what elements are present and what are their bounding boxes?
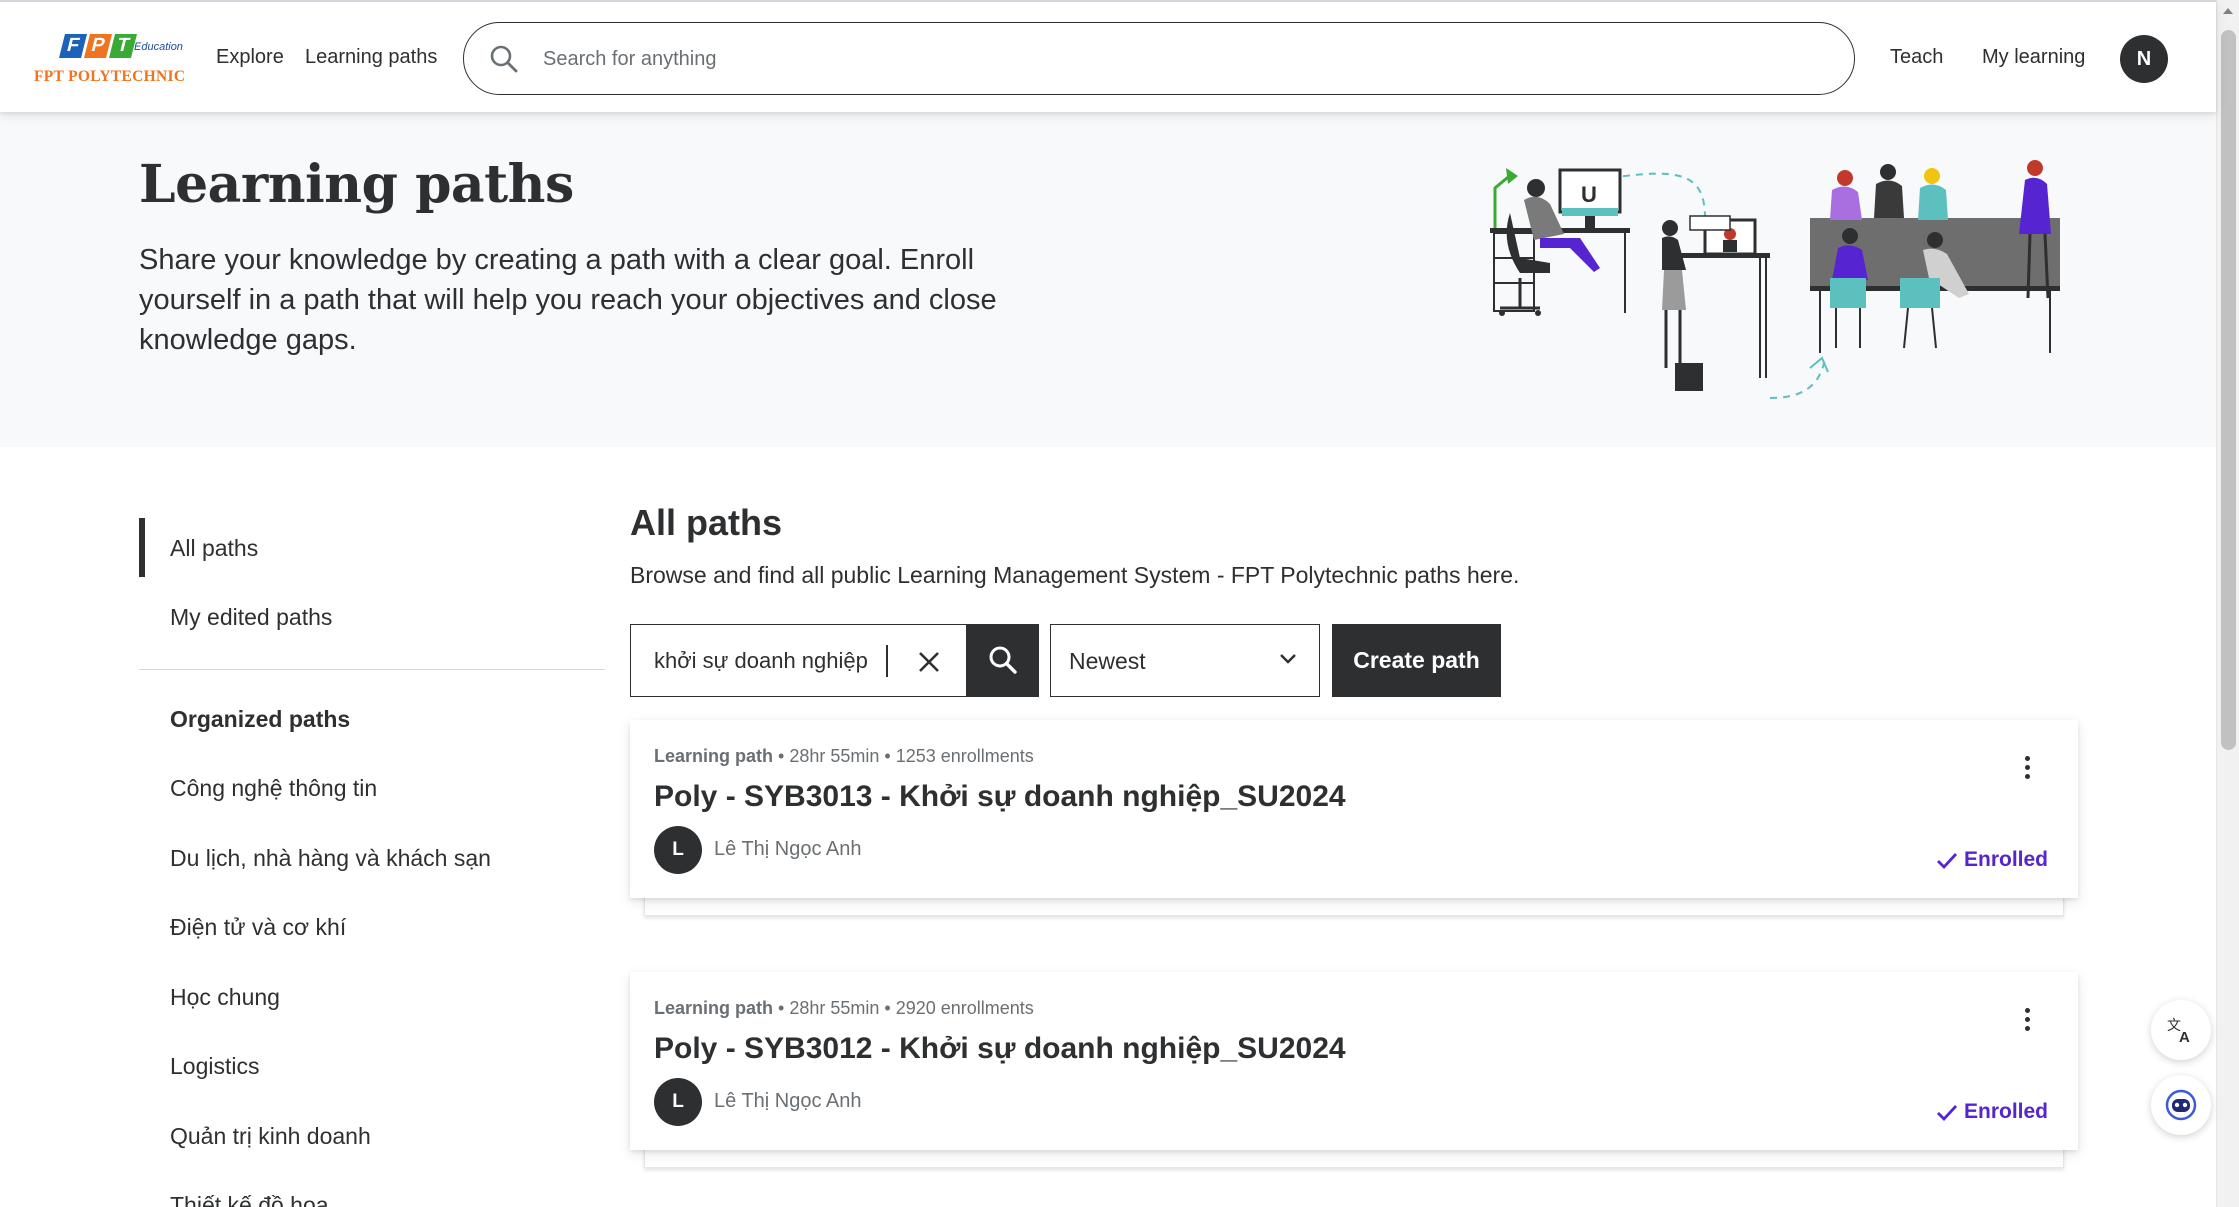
author-avatar: L bbox=[654, 1078, 702, 1126]
enrolled-status: Enrolled bbox=[1936, 848, 2048, 872]
sidebar-item-cong-nghe-thong-tin[interactable]: Công nghệ thông tin bbox=[170, 775, 377, 802]
sidebar-item-my-edited-paths[interactable]: My edited paths bbox=[170, 604, 332, 631]
nav-teach[interactable]: Teach bbox=[1890, 46, 1943, 69]
chevron-down-icon bbox=[1280, 654, 1296, 664]
card-title[interactable]: Poly - SYB3012 - Khởi sự doanh nghiệp_SU… bbox=[654, 1032, 1346, 1066]
nav-learning-paths[interactable]: Learning paths bbox=[305, 46, 437, 69]
fpt-letters: F P T bbox=[59, 34, 137, 58]
nav-explore[interactable]: Explore bbox=[216, 46, 284, 69]
text-caret bbox=[886, 645, 888, 677]
scroll-up-arrow[interactable] bbox=[2223, 8, 2233, 14]
sort-value: Newest bbox=[1069, 648, 1146, 674]
svg-text:A: A bbox=[2179, 1029, 2190, 1046]
path-search-input[interactable]: khởi sự doanh nghiệp bbox=[630, 624, 967, 697]
assistant-button[interactable] bbox=[2151, 1075, 2211, 1135]
create-path-button[interactable]: Create path bbox=[1332, 624, 1501, 697]
logo-education-text: Education bbox=[134, 41, 183, 53]
author-name: Lê Thị Ngọc Anh bbox=[714, 838, 862, 860]
sidebar-active-indicator bbox=[139, 518, 145, 577]
checkmark-icon bbox=[1937, 853, 1958, 870]
screen-u-letter: U bbox=[1581, 182, 1597, 207]
search-input[interactable]: Search for anything bbox=[543, 48, 716, 71]
path-search-value[interactable]: khởi sự doanh nghiệp bbox=[654, 648, 868, 674]
checkmark-icon bbox=[1937, 1105, 1958, 1122]
scroll-thumb[interactable] bbox=[2221, 30, 2236, 750]
logo-brand-text: FPT POLYTECHNIC bbox=[34, 68, 186, 85]
search-icon bbox=[989, 646, 1017, 674]
sidebar-item-quan-tri-kinh-doanh[interactable]: Quản trị kinh doanh bbox=[170, 1123, 371, 1150]
nav-my-learning[interactable]: My learning bbox=[1982, 46, 2085, 69]
hero-description: Share your knowledge by creating a path … bbox=[139, 244, 997, 356]
assistant-icon bbox=[2165, 1089, 2197, 1121]
author-avatar: L bbox=[654, 826, 702, 874]
section-title: All paths bbox=[630, 502, 783, 543]
sidebar-divider bbox=[139, 669, 605, 670]
path-search-button[interactable] bbox=[967, 624, 1039, 697]
path-card[interactable]: Learning path • 28hr 55min • 1253 enroll… bbox=[630, 720, 2078, 898]
author-name: Lê Thị Ngọc Anh bbox=[714, 1090, 862, 1112]
fpt-polytechnic-logo[interactable]: F P T Education FPT POLYTECHNIC bbox=[34, 32, 190, 88]
sort-dropdown[interactable]: Newest bbox=[1050, 624, 1320, 697]
more-options-icon[interactable] bbox=[2022, 756, 2032, 782]
card-meta: Learning path • 28hr 55min • 1253 enroll… bbox=[654, 746, 1034, 766]
user-avatar[interactable]: N bbox=[2120, 35, 2168, 83]
clear-icon[interactable] bbox=[914, 647, 944, 677]
card-meta: Learning path • 28hr 55min • 2920 enroll… bbox=[654, 998, 1034, 1018]
sidebar-item-dien-tu[interactable]: Điện tử và cơ khí bbox=[170, 914, 346, 941]
translate-button[interactable]: 文 A bbox=[2151, 1000, 2211, 1060]
sidebar-item-logistics[interactable]: Logistics bbox=[170, 1053, 259, 1080]
global-search-bar[interactable]: Search for anything bbox=[463, 22, 1855, 95]
page-scrollbar[interactable] bbox=[2216, 0, 2239, 1207]
hero-banner: Learning paths Share your knowledge by c… bbox=[0, 112, 2216, 447]
section-description: Browse and find all public Learning Mana… bbox=[630, 562, 1520, 588]
search-icon bbox=[490, 45, 518, 73]
page-title: Learning paths bbox=[139, 154, 574, 215]
sidebar-item-du-lich[interactable]: Du lịch, nhà hàng và khách sạn bbox=[170, 845, 491, 872]
sidebar-item-all-paths[interactable]: All paths bbox=[170, 535, 258, 562]
hero-illustration: U bbox=[1490, 160, 2060, 399]
top-header: F P T Education FPT POLYTECHNIC Explore … bbox=[0, 0, 2216, 112]
sidebar-item-hoc-chung[interactable]: Học chung bbox=[170, 984, 280, 1011]
card-title[interactable]: Poly - SYB3013 - Khởi sự doanh nghiệp_SU… bbox=[654, 780, 1346, 814]
enrolled-status: Enrolled bbox=[1936, 1100, 2048, 1124]
translate-icon: 文 A bbox=[2167, 1018, 2190, 1046]
organized-paths-heading: Organized paths bbox=[170, 706, 351, 732]
path-card[interactable]: Learning path • 28hr 55min • 2920 enroll… bbox=[630, 972, 2078, 1150]
sidebar-item-thiet-ke-do-hoa[interactable]: Thiết kế đồ họa bbox=[170, 1192, 329, 1207]
more-options-icon[interactable] bbox=[2022, 1008, 2032, 1034]
